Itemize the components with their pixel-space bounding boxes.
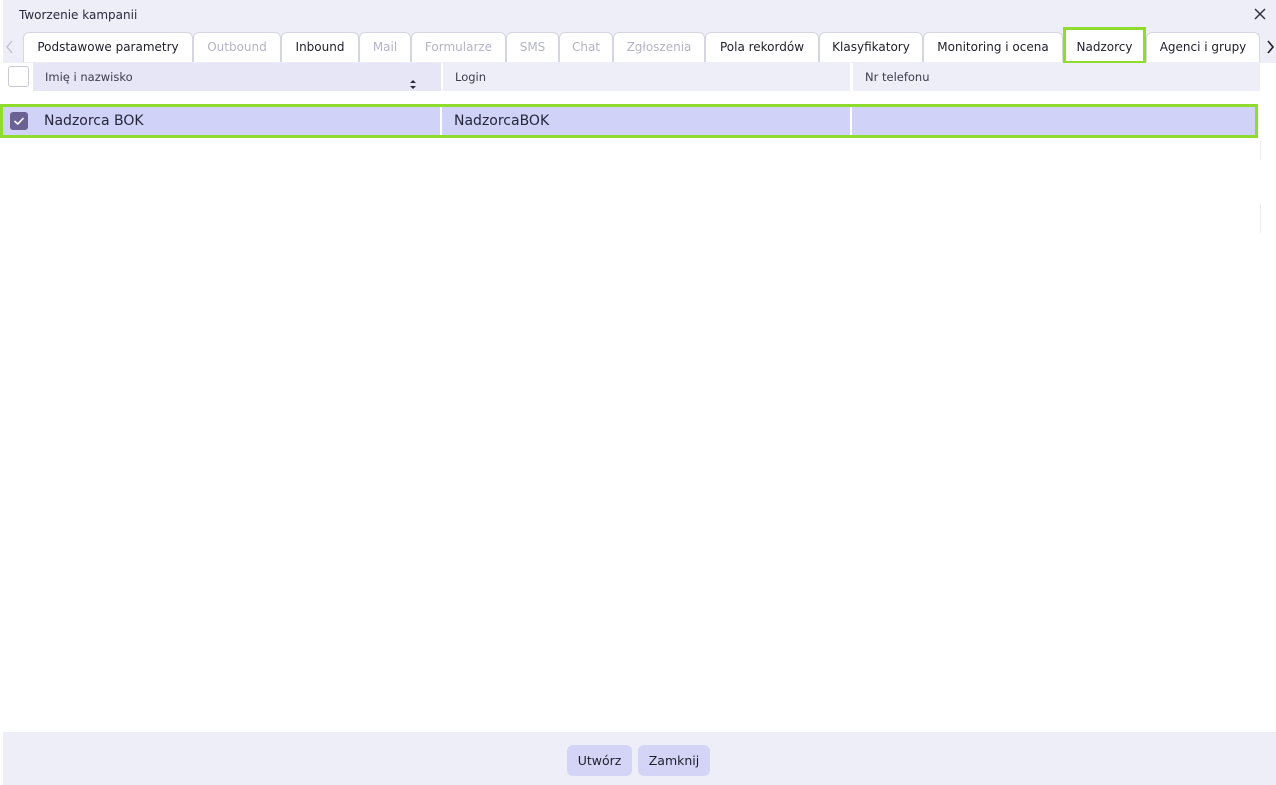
tab-podstawowe-parametry[interactable]: Podstawowe parametry: [23, 32, 193, 62]
tab-chat[interactable]: Chat: [559, 32, 613, 62]
row-checkbox[interactable]: [10, 112, 28, 130]
tab-zgloszenia[interactable]: Zgłoszenia: [613, 32, 705, 62]
tab-pola-rekordow[interactable]: Pola rekordów: [705, 32, 819, 62]
dialog-titlebar: Tworzenie kampanii: [3, 0, 1276, 30]
divider: [1260, 140, 1261, 160]
sort-icon[interactable]: [409, 72, 417, 89]
column-header-name[interactable]: Imię i nazwisko: [33, 63, 441, 91]
dialog-footer: Utwórz Zamknij: [3, 732, 1276, 785]
tab-formularze[interactable]: Formularze: [411, 32, 506, 62]
create-button[interactable]: Utwórz: [567, 745, 632, 776]
column-header-login[interactable]: Login: [443, 63, 850, 91]
tab-sms[interactable]: SMS: [506, 32, 559, 62]
chevron-right-icon[interactable]: [1265, 39, 1275, 54]
divider: [1260, 205, 1261, 233]
column-header-name-label: Imię i nazwisko: [45, 70, 133, 84]
chevron-left-icon[interactable]: [5, 39, 15, 54]
tab-inbound[interactable]: Inbound: [281, 32, 359, 62]
close-button[interactable]: Zamknij: [638, 745, 710, 776]
column-header-phone[interactable]: Nr telefonu: [853, 63, 1260, 91]
tab-klasyfikatory[interactable]: Klasyfikatory: [819, 32, 923, 62]
divider: [440, 107, 442, 135]
tab-bar: Podstawowe parametry Outbound Inbound Ma…: [3, 27, 1276, 64]
tab-agenci-i-grupy[interactable]: Agenci i grupy: [1146, 32, 1260, 62]
select-all-checkbox[interactable]: [8, 66, 29, 87]
divider: [850, 107, 852, 135]
create-campaign-dialog: Tworzenie kampanii Podstawowe parametry …: [0, 0, 1276, 785]
tab-nadzorcy[interactable]: Nadzorcy: [1063, 27, 1146, 64]
tab-outbound[interactable]: Outbound: [193, 32, 281, 62]
dialog-title: Tworzenie kampanii: [19, 8, 138, 22]
tab-monitoring-i-ocena[interactable]: Monitoring i ocena: [923, 32, 1063, 62]
row-login-cell: NadzorcaBOK: [454, 113, 550, 129]
tab-mail[interactable]: Mail: [359, 32, 411, 62]
row-name-cell: Nadzorca BOK: [44, 113, 144, 129]
close-icon[interactable]: [1252, 6, 1268, 22]
table-row[interactable]: Nadzorca BOK NadzorcaBOK: [0, 104, 1258, 138]
